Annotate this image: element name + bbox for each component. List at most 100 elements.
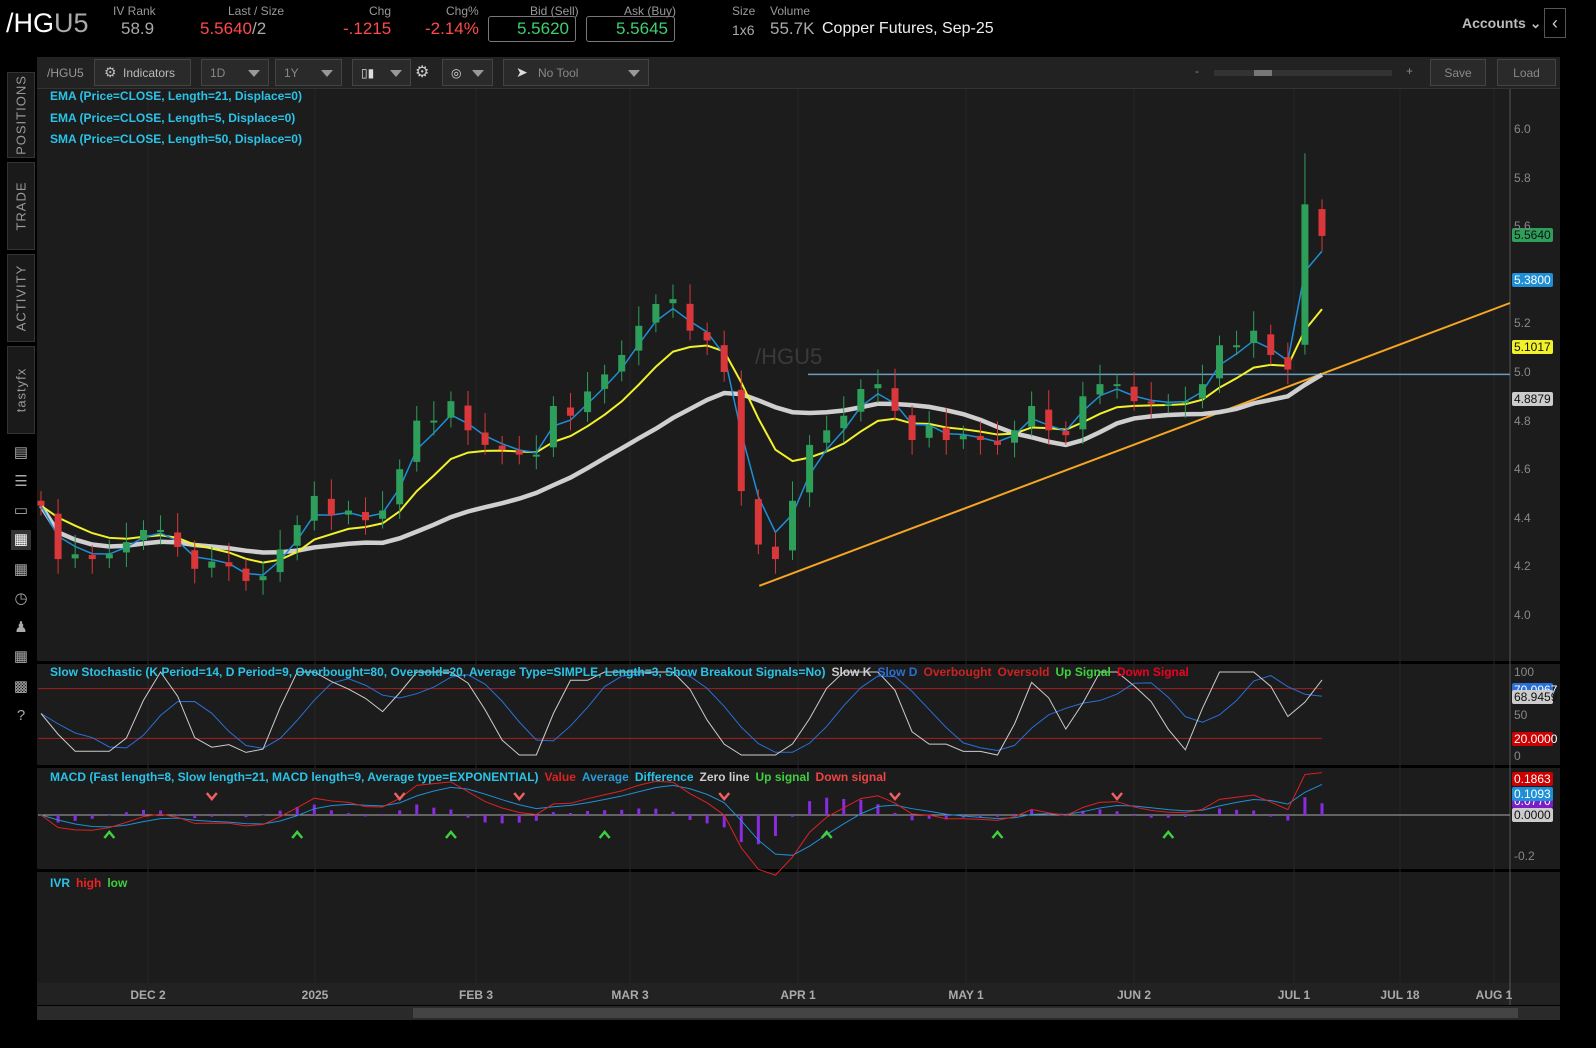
y-tick-label: 6.0 (1514, 122, 1531, 136)
trendline (758, 302, 1511, 587)
macd-value-line (40, 772, 1323, 876)
candle-up (806, 444, 814, 493)
candle-down (737, 389, 745, 492)
candle-down (242, 568, 250, 581)
candle-down (942, 427, 950, 441)
candle-down (1267, 334, 1275, 355)
up-signal-arrow (598, 830, 611, 839)
down-signal-arrow (205, 792, 218, 801)
stoch-tick-50: 50 (1514, 708, 1528, 722)
candle-up (874, 384, 882, 389)
up-signal-arrow (1162, 830, 1175, 839)
candle-up (396, 469, 404, 505)
candle-up (276, 549, 284, 573)
candle-down (754, 499, 762, 545)
sma50-legend[interactable]: SMA (Price=CLOSE, Length=50, Displace=0) (50, 132, 302, 146)
candle-down (1130, 386, 1138, 402)
candle-up (430, 420, 438, 423)
candle-up (157, 529, 165, 532)
candle-down (1318, 209, 1326, 236)
down-signal-arrow (393, 792, 406, 801)
stoch-oversold-tag: 20.0000 (1512, 732, 1558, 746)
y-tick-label: 4.2 (1514, 559, 1531, 574)
macd-average-line (40, 783, 1323, 856)
candle-up (669, 299, 677, 304)
macd-value-tag: 0.1863 (1512, 772, 1553, 786)
candle-down (771, 546, 779, 560)
x-tick-label: DEC 2 (130, 988, 166, 1002)
candle-down (1045, 409, 1053, 431)
sma50-tag: 4.8879 (1512, 392, 1553, 406)
candle-down (498, 445, 506, 450)
ema21-legend[interactable]: EMA (Price=CLOSE, Length=21, Displace=0) (50, 89, 302, 103)
x-tick-label: AUG 1 (1475, 988, 1513, 1002)
candle-down (891, 388, 899, 411)
candle-up (1233, 345, 1241, 348)
y-tick-label: 5.6 (1514, 219, 1531, 234)
up-signal-arrow (291, 830, 304, 839)
candle-up (208, 561, 216, 568)
y-tick-label: 5.0 (1514, 365, 1531, 379)
candle-up (635, 325, 643, 351)
stoch-tick-0: 0 (1514, 749, 1521, 763)
candle-down (481, 432, 489, 445)
chart-canvas (37, 89, 1511, 1005)
y-tick-label: 4.8 (1514, 413, 1531, 428)
candle-down (720, 345, 728, 372)
macd-zero-tag: 0.0000 (1512, 808, 1553, 822)
candle-up (105, 554, 113, 559)
candle-up (259, 576, 267, 581)
candle-up (310, 495, 318, 521)
candle-down (1147, 401, 1155, 404)
down-signal-arrow (889, 792, 901, 801)
macd-tick: -0.2 (1514, 849, 1535, 863)
candle-up (413, 420, 421, 462)
x-tick-label: FEB 3 (458, 988, 494, 1002)
x-tick-label: APR 1 (780, 988, 816, 1002)
x-tick-label: JUL 1 (1277, 988, 1311, 1002)
candle-up (344, 510, 352, 515)
candle-up (139, 529, 147, 541)
macd-legend[interactable]: MACD (Fast length=8, Slow length=21, MAC… (50, 770, 892, 784)
y-tick-label: 4.4 (1514, 510, 1531, 525)
candle-up (1113, 384, 1121, 387)
candle-up (1011, 430, 1019, 443)
candle-up (532, 454, 540, 457)
candle-up (1301, 204, 1309, 345)
candle-up (447, 401, 455, 418)
candle-up (959, 435, 967, 440)
candle-up (840, 415, 848, 429)
ema21-line (40, 308, 1323, 564)
y-tick-label: 4.6 (1514, 462, 1531, 477)
candle-down (703, 332, 711, 341)
x-tick-label: MAY 1 (948, 988, 984, 1002)
stoch-tick-100: 100 (1514, 665, 1535, 679)
up-signal-arrow (991, 830, 1004, 839)
candle-down (191, 550, 199, 569)
candle-up (379, 510, 387, 519)
x-tick-label: JUN 2 (1116, 988, 1152, 1002)
candle-down (1284, 357, 1292, 370)
candle-down (54, 513, 62, 560)
candle-up (618, 354, 626, 372)
stochastic-legend[interactable]: Slow Stochastic (K Period=14, D Period=9… (50, 665, 1195, 679)
candle-down (686, 303, 694, 331)
ema5-tag: 5.3800 (1512, 273, 1553, 287)
candle-up (549, 406, 557, 448)
ema5-legend[interactable]: EMA (Price=CLOSE, Length=5, Displace=0) (50, 111, 295, 125)
candle-down (225, 562, 233, 567)
watermark: /HGU5 (755, 344, 823, 369)
down-signal-arrow (513, 792, 526, 801)
candle-down (327, 498, 335, 516)
y-tick-label: 5.2 (1514, 316, 1531, 331)
slow-k-line (40, 671, 1323, 756)
x-tick-label: MAR 3 (611, 988, 649, 1002)
y-tick-label: 5.8 (1514, 170, 1531, 185)
macd-avg-tag: 0.1093 (1512, 787, 1553, 801)
candle-up (122, 542, 130, 553)
up-signal-arrow (103, 830, 116, 839)
ivr-legend[interactable]: IVR high low (50, 876, 133, 890)
candle-down (976, 435, 984, 441)
candle-up (789, 500, 797, 551)
candle-down (993, 440, 1001, 445)
